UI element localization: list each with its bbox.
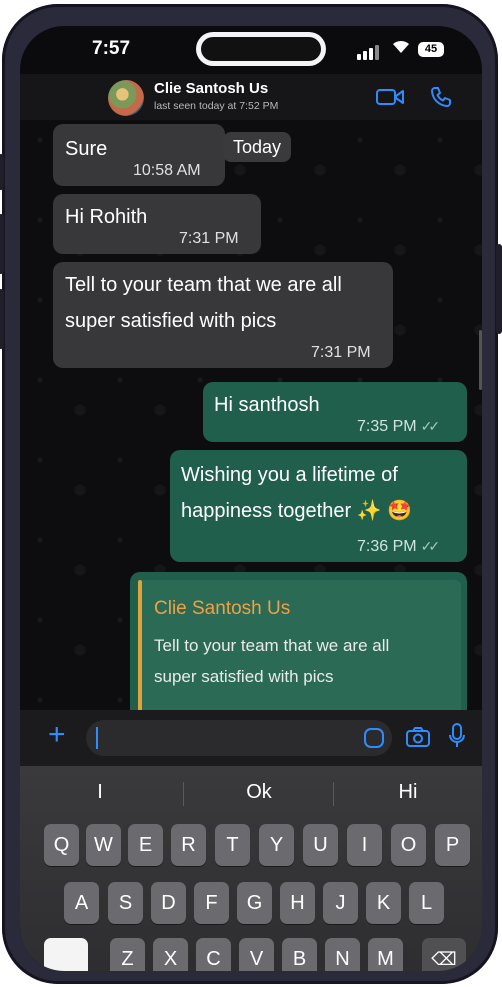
status-bar: 7:57 45	[20, 26, 482, 76]
message-text: Wishing you a lifetime of	[181, 464, 398, 486]
key-z[interactable]: Z	[110, 938, 145, 971]
message-input[interactable]	[86, 720, 392, 756]
wifi-icon	[391, 38, 411, 59]
key-f[interactable]: F	[194, 882, 229, 924]
chat-header[interactable]: Clie Santosh Us last seen today at 7:52 …	[20, 74, 482, 120]
signal-icon	[357, 42, 381, 60]
key-b[interactable]: B	[282, 938, 317, 971]
key-t[interactable]: T	[215, 824, 250, 866]
screen: 7:57 45 Clie Santosh Us last seen today …	[20, 26, 482, 971]
key-e[interactable]: E	[128, 824, 163, 866]
chat-scrollbar[interactable]	[479, 330, 482, 390]
quoted-author: Clie Santosh Us	[154, 598, 291, 619]
voice-call-icon[interactable]	[430, 86, 452, 113]
message-bubble[interactable]: Sure 10:58 AM	[53, 124, 225, 186]
key-d[interactable]: D	[151, 882, 186, 924]
message-text: happiness together ✨ 🤩	[181, 500, 413, 522]
dynamic-island	[196, 32, 326, 66]
key-x[interactable]: X	[153, 938, 188, 971]
message-time: 7:36 PM ✓✓	[357, 538, 441, 556]
key-n[interactable]: N	[325, 938, 360, 971]
key-a[interactable]: A	[64, 882, 99, 924]
power-button	[496, 244, 502, 334]
message-time: 7:31 PM	[311, 344, 371, 361]
quoted-reply[interactable]: Clie Santosh Us Tell to your team that w…	[138, 580, 461, 710]
message-bubble-outgoing[interactable]: Clie Santosh Us Tell to your team that w…	[130, 572, 467, 710]
key-w[interactable]: W	[86, 824, 121, 866]
message-time-label: 7:35 PM	[357, 418, 417, 435]
key-y[interactable]: Y	[259, 824, 294, 866]
suggestion-2[interactable]: Ok	[184, 774, 334, 810]
key-m[interactable]: M	[368, 938, 403, 971]
microphone-icon[interactable]	[448, 723, 466, 754]
message-time: 7:31 PM	[179, 230, 239, 247]
key-p[interactable]: P	[435, 824, 470, 866]
key-k[interactable]: K	[366, 882, 401, 924]
key-s[interactable]: S	[108, 882, 143, 924]
message-text: Tell to your team that we are all	[65, 274, 342, 296]
key-i[interactable]: I	[347, 824, 382, 866]
key-r[interactable]: R	[171, 824, 206, 866]
message-text: Hi santhosh	[214, 394, 320, 416]
keyboard: I Ok Hi Q W E R T Y U I O P A S D F G H …	[20, 766, 482, 971]
read-receipt-icon: ✓✓	[420, 538, 441, 554]
text-caret	[96, 727, 98, 749]
sticker-icon[interactable]	[364, 728, 384, 748]
message-time: 7:35 PM ✓✓	[357, 418, 441, 436]
message-bubble-outgoing[interactable]: Hi santhosh 7:35 PM ✓✓	[203, 382, 467, 442]
video-call-icon[interactable]	[376, 88, 404, 111]
message-time: 10:58 AM	[133, 162, 201, 179]
key-v[interactable]: V	[239, 938, 274, 971]
plus-icon[interactable]: +	[48, 720, 66, 750]
message-input-bar: +	[20, 710, 482, 766]
last-seen-status: last seen today at 7:52 PM	[154, 100, 279, 112]
suggestion-1[interactable]: I	[20, 774, 180, 810]
camera-icon[interactable]	[405, 726, 431, 753]
message-bubble[interactable]: Hi Rohith 7:31 PM	[53, 194, 261, 254]
message-text: Hi Rohith	[65, 206, 148, 228]
key-g[interactable]: G	[237, 882, 272, 924]
shift-key[interactable]	[44, 938, 88, 971]
battery-icon: 45	[418, 42, 444, 57]
suggestion-3[interactable]: Hi	[334, 774, 482, 810]
quote-bar	[138, 580, 142, 710]
key-c[interactable]: C	[196, 938, 231, 971]
message-bubble-outgoing[interactable]: Wishing you a lifetime of happiness toge…	[170, 450, 467, 562]
read-receipt-icon: ✓✓	[420, 418, 441, 434]
volume-up-button	[0, 214, 4, 274]
key-h[interactable]: H	[280, 882, 315, 924]
key-o[interactable]: O	[391, 824, 426, 866]
message-text: super satisfied with pics	[65, 310, 277, 332]
quoted-line: Tell to your team that we are all	[154, 636, 390, 655]
message-time-label: 7:36 PM	[357, 538, 417, 555]
key-j[interactable]: J	[323, 882, 358, 924]
key-u[interactable]: U	[303, 824, 338, 866]
message-bubble[interactable]: Tell to your team that we are all super …	[53, 262, 393, 368]
avatar[interactable]	[108, 80, 144, 116]
date-chip: Today	[223, 132, 292, 162]
key-l[interactable]: L	[409, 882, 444, 924]
volume-down-button	[0, 289, 4, 349]
chat-area[interactable]: Sure 10:58 AM Today Hi Rohith 7:31 PM Te…	[20, 120, 482, 710]
status-time: 7:57	[92, 38, 131, 59]
backspace-icon[interactable]: ⌫	[422, 938, 466, 971]
key-q[interactable]: Q	[44, 824, 79, 866]
action-button	[0, 154, 4, 190]
quoted-line: super satisfied with pics	[154, 667, 334, 686]
message-text: Sure	[65, 138, 108, 160]
quoted-text: Tell to your team that we are all super …	[154, 630, 389, 692]
phone-frame: 7:57 45 Clie Santosh Us last seen today …	[0, 4, 502, 984]
contact-name[interactable]: Clie Santosh Us	[154, 80, 268, 97]
